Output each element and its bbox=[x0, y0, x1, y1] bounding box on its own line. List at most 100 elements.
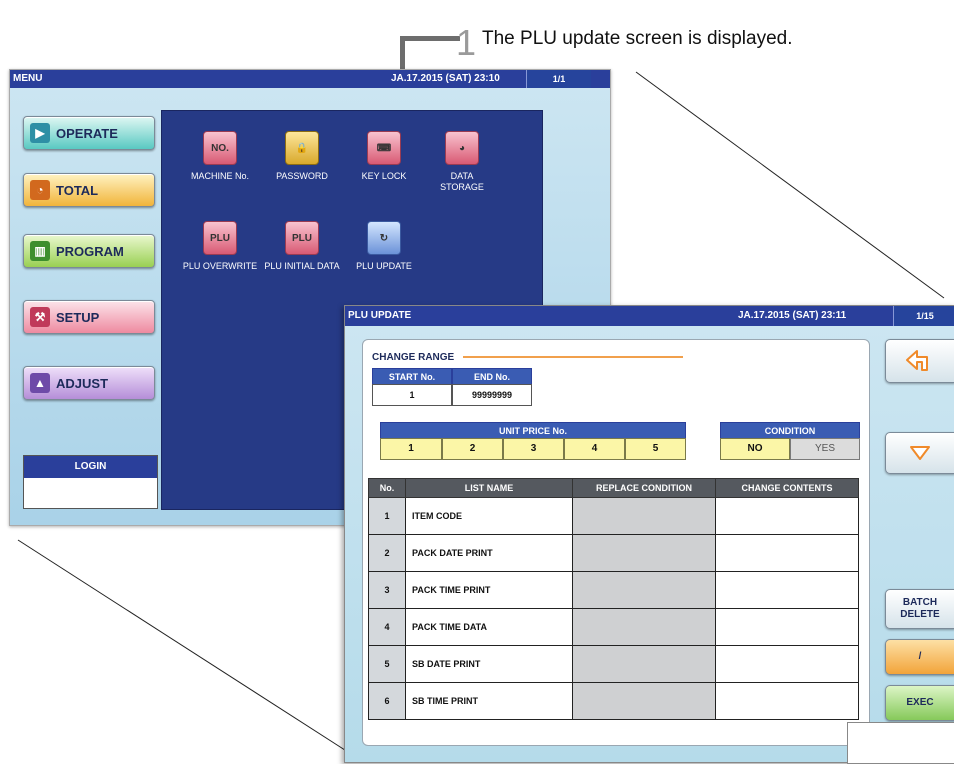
row-change-contents[interactable] bbox=[715, 682, 859, 720]
col-header-replace-condition: REPLACE CONDITION bbox=[572, 478, 716, 498]
program-button[interactable]: ▥ PROGRAM bbox=[23, 234, 155, 268]
plu-update-screen: PLU UPDATE JA.17.2015 (SAT) 23:11 1/15 C… bbox=[344, 305, 954, 764]
total-button[interactable]: ◔ TOTAL bbox=[23, 173, 155, 207]
condition-no-button[interactable]: NO bbox=[720, 438, 790, 460]
unit-price-option-1[interactable]: 1 bbox=[380, 438, 442, 460]
row-replace-condition[interactable] bbox=[572, 571, 716, 609]
table-row[interactable]: 3 PACK TIME PRINT bbox=[368, 571, 859, 609]
key-lock-item[interactable]: ⌨ KEY LOCK bbox=[344, 131, 424, 182]
setup-button-label: SETUP bbox=[56, 309, 100, 325]
book-icon: ▥ bbox=[30, 241, 50, 261]
menu-title-bar: MENU JA.17.2015 (SAT) 23:10 1/1 bbox=[10, 70, 610, 88]
row-list-name: PACK TIME DATA bbox=[405, 608, 573, 646]
row-number: 5 bbox=[368, 645, 406, 683]
down-triangle-icon bbox=[910, 446, 930, 460]
plu-title: PLU UPDATE bbox=[348, 310, 412, 321]
menu-page-indicator: 1/1 bbox=[526, 70, 591, 88]
end-no-field[interactable]: 99999999 bbox=[452, 384, 532, 406]
plu-initial-data-label: PLU INITIAL DATA bbox=[264, 261, 340, 271]
row-change-contents[interactable] bbox=[715, 645, 859, 683]
plu-overwrite-item[interactable]: PLU PLU OVERWRITE bbox=[180, 221, 260, 272]
plu-overwrite-icon: PLU bbox=[203, 221, 237, 255]
key-lock-icon: ⌨ bbox=[367, 131, 401, 165]
back-button[interactable] bbox=[885, 339, 954, 383]
menu-datetime: JA.17.2015 (SAT) 23:10 bbox=[391, 73, 500, 84]
operate-button-label: OPERATE bbox=[56, 125, 118, 141]
data-storage-item[interactable]: ◕ DATA STORAGE bbox=[432, 131, 492, 193]
wrench-icon: ⚒ bbox=[30, 307, 50, 327]
row-replace-condition[interactable] bbox=[572, 534, 716, 572]
machine-number-icon: NO. bbox=[203, 131, 237, 165]
row-replace-condition[interactable] bbox=[572, 497, 716, 535]
back-arrow-icon bbox=[906, 350, 928, 371]
row-list-name: PACK TIME PRINT bbox=[405, 571, 573, 609]
status-box bbox=[847, 722, 954, 764]
row-number: 6 bbox=[368, 682, 406, 720]
col-header-change-contents: CHANGE CONTENTS bbox=[715, 478, 859, 498]
scale-icon: ▲ bbox=[30, 373, 50, 393]
unit-price-option-2[interactable]: 2 bbox=[442, 438, 503, 460]
row-replace-condition[interactable] bbox=[572, 682, 716, 720]
clock-icon: ◔ bbox=[30, 180, 50, 200]
row-list-name: ITEM CODE bbox=[405, 497, 573, 535]
row-number: 3 bbox=[368, 571, 406, 609]
change-range-divider bbox=[463, 356, 683, 358]
machine-number-label: MACHINE No. bbox=[190, 171, 249, 181]
plu-update-table: No. LIST NAME REPLACE CONDITION CHANGE C… bbox=[368, 478, 859, 720]
password-item[interactable]: 🔒 PASSWORD bbox=[262, 131, 342, 182]
plu-update-item[interactable]: ↻ PLU UPDATE bbox=[344, 221, 424, 272]
table-row[interactable]: 5 SB DATE PRINT bbox=[368, 645, 859, 683]
condition-yes-button[interactable]: YES bbox=[790, 438, 860, 460]
scroll-down-button[interactable] bbox=[885, 432, 954, 474]
exec-button[interactable]: EXEC bbox=[885, 685, 954, 721]
setup-button[interactable]: ⚒ SETUP bbox=[23, 300, 155, 334]
row-change-contents[interactable] bbox=[715, 571, 859, 609]
table-row[interactable]: 1 ITEM CODE bbox=[368, 497, 859, 535]
plu-overwrite-label: PLU OVERWRITE bbox=[182, 261, 258, 271]
col-header-no: No. bbox=[368, 478, 406, 498]
plu-update-icon: ↻ bbox=[367, 221, 401, 255]
menu-title: MENU bbox=[13, 73, 43, 84]
unit-price-option-4[interactable]: 4 bbox=[564, 438, 625, 460]
pie-chart-icon: ◕ bbox=[445, 131, 479, 165]
plu-page-indicator: 1/15 bbox=[893, 306, 954, 326]
machine-number-item[interactable]: NO. MACHINE No. bbox=[180, 131, 260, 182]
adjust-button-label: ADJUST bbox=[56, 375, 109, 391]
adjust-button[interactable]: ▲ ADJUST bbox=[23, 366, 155, 400]
plu-title-bar: PLU UPDATE JA.17.2015 (SAT) 23:11 1/15 bbox=[345, 306, 954, 326]
row-replace-condition[interactable] bbox=[572, 645, 716, 683]
table-header-row: No. LIST NAME REPLACE CONDITION CHANGE C… bbox=[368, 478, 859, 498]
row-number: 2 bbox=[368, 534, 406, 572]
row-list-name: SB DATE PRINT bbox=[405, 645, 573, 683]
row-number: 4 bbox=[368, 608, 406, 646]
batch-delete-button[interactable]: BATCH DELETE bbox=[885, 589, 954, 629]
login-label: LOGIN bbox=[24, 456, 157, 478]
table-row[interactable]: 2 PACK DATE PRINT bbox=[368, 534, 859, 572]
plu-datetime: JA.17.2015 (SAT) 23:11 bbox=[738, 310, 847, 321]
plu-update-label: PLU UPDATE bbox=[356, 261, 412, 271]
row-change-contents[interactable] bbox=[715, 608, 859, 646]
col-header-list-name: LIST NAME bbox=[405, 478, 573, 498]
unit-price-option-5[interactable]: 5 bbox=[625, 438, 686, 460]
program-button-label: PROGRAM bbox=[56, 243, 124, 259]
login-box[interactable]: LOGIN bbox=[23, 455, 158, 509]
password-label: PASSWORD bbox=[276, 171, 328, 181]
unit-price-option-3[interactable]: 3 bbox=[503, 438, 564, 460]
table-row[interactable]: 6 SB TIME PRINT bbox=[368, 682, 859, 720]
row-replace-condition[interactable] bbox=[572, 608, 716, 646]
plu-form-panel: CHANGE RANGE START No. END No. 1 9999999… bbox=[362, 339, 870, 746]
edit-button[interactable]: / bbox=[885, 639, 954, 675]
padlock-icon: 🔒 bbox=[285, 131, 319, 165]
total-button-label: TOTAL bbox=[56, 182, 99, 198]
row-list-name: PACK DATE PRINT bbox=[405, 534, 573, 572]
data-storage-label: DATA STORAGE bbox=[440, 171, 484, 192]
start-no-field[interactable]: 1 bbox=[372, 384, 452, 406]
row-list-name: SB TIME PRINT bbox=[405, 682, 573, 720]
plu-initial-data-item[interactable]: PLU PLU INITIAL DATA bbox=[262, 221, 342, 272]
table-row[interactable]: 4 PACK TIME DATA bbox=[368, 608, 859, 646]
play-circle-icon: ▶ bbox=[30, 123, 50, 143]
operate-button[interactable]: ▶ OPERATE bbox=[23, 116, 155, 150]
key-lock-label: KEY LOCK bbox=[361, 171, 407, 181]
row-change-contents[interactable] bbox=[715, 534, 859, 572]
row-change-contents[interactable] bbox=[715, 497, 859, 535]
